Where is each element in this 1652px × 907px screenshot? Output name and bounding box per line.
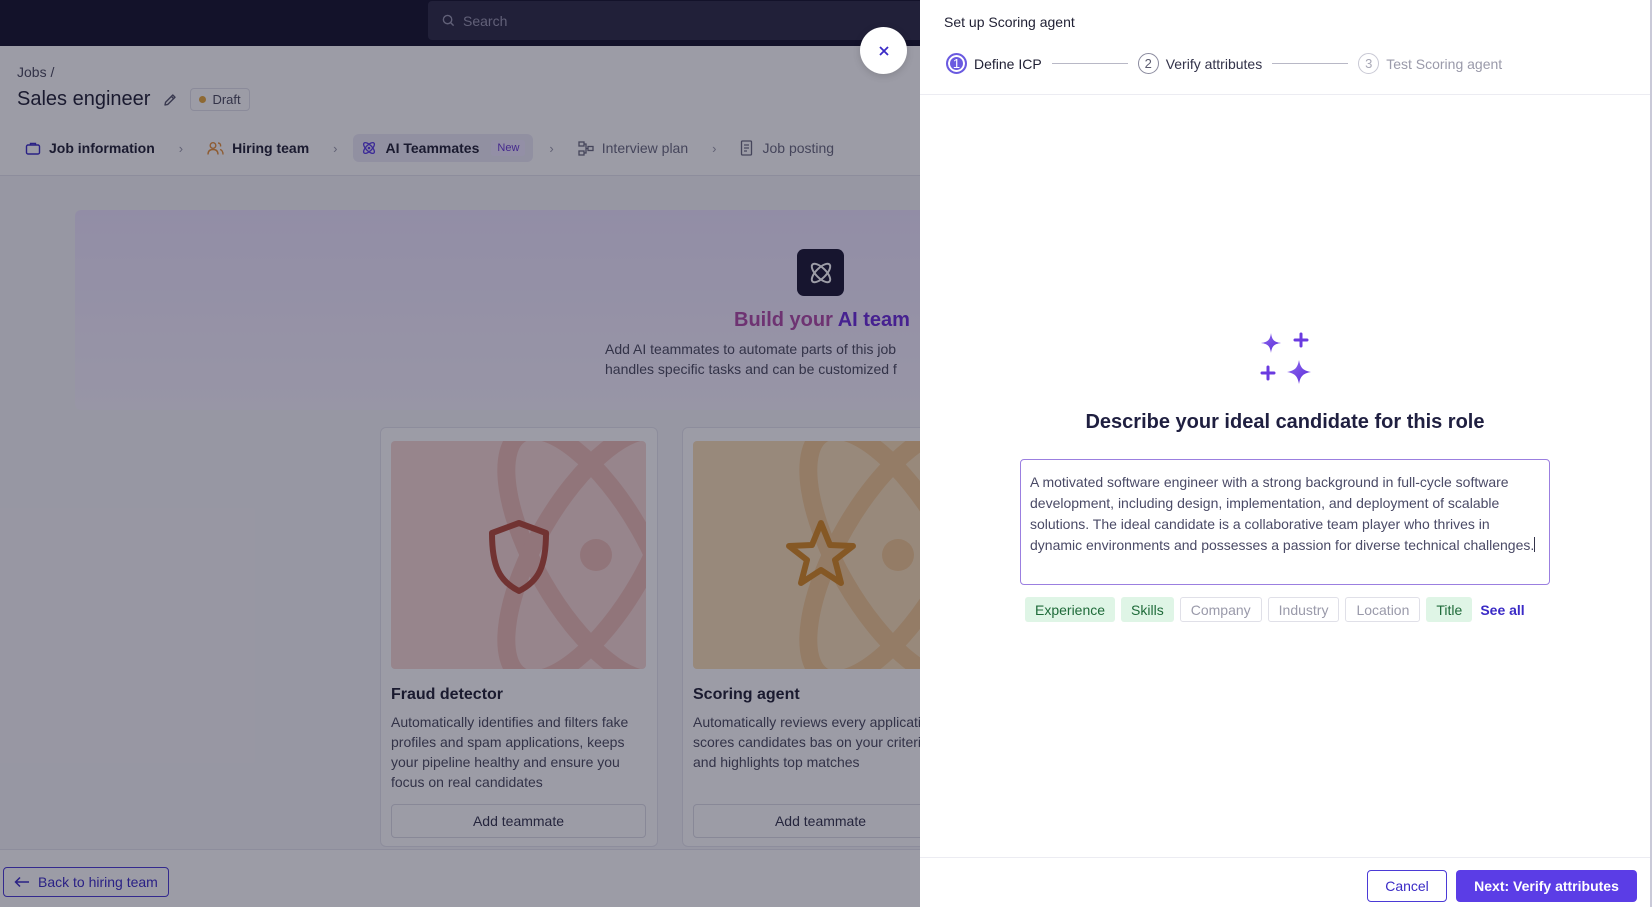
wizard-step-verify-attributes[interactable]: 2 Verify attributes bbox=[1137, 53, 1263, 74]
step-number: 2 bbox=[1137, 53, 1159, 74]
cancel-button[interactable]: Cancel bbox=[1367, 870, 1447, 902]
see-all-link[interactable]: See all bbox=[1480, 602, 1524, 618]
scoring-agent-drawer: Set up Scoring agent 1 Define ICP 2 Veri… bbox=[920, 0, 1652, 907]
wizard-step-test-scoring-agent[interactable]: 3 Test Scoring agent bbox=[1358, 53, 1502, 74]
tag-title[interactable]: Title bbox=[1426, 597, 1473, 622]
attribute-tags: Experience Skills Company Industry Locat… bbox=[1025, 597, 1525, 622]
step-connector bbox=[1272, 63, 1349, 64]
close-icon bbox=[878, 45, 889, 56]
tag-company[interactable]: Company bbox=[1179, 597, 1262, 622]
icp-text: A motivated software engineer with a str… bbox=[1030, 474, 1535, 553]
wizard-step-define-icp[interactable]: 1 Define ICP bbox=[946, 53, 1042, 74]
text-caret bbox=[1534, 537, 1536, 552]
next-verify-attributes-button[interactable]: Next: Verify attributes bbox=[1456, 870, 1637, 902]
step-number: 3 bbox=[1358, 53, 1380, 74]
sparkles-icon bbox=[1257, 330, 1315, 393]
tag-location[interactable]: Location bbox=[1345, 597, 1421, 622]
step-label: Test Scoring agent bbox=[1386, 55, 1503, 72]
step-label: Define ICP bbox=[974, 55, 1042, 72]
drawer-title: Set up Scoring agent bbox=[944, 14, 1075, 30]
tag-skills[interactable]: Skills bbox=[1121, 597, 1174, 622]
tag-industry[interactable]: Industry bbox=[1267, 597, 1340, 622]
close-drawer-button[interactable] bbox=[860, 27, 907, 74]
icp-heading: Describe your ideal candidate for this r… bbox=[1085, 411, 1485, 433]
step-connector bbox=[1051, 63, 1128, 64]
tag-experience[interactable]: Experience bbox=[1025, 597, 1116, 622]
step-number: 1 bbox=[946, 53, 967, 74]
wizard-stepper: 1 Define ICP 2 Verify attributes 3 Test … bbox=[946, 53, 1502, 74]
step-label: Verify attributes bbox=[1165, 55, 1263, 72]
drawer-divider bbox=[920, 94, 1650, 95]
drawer-footer-divider bbox=[920, 857, 1650, 858]
icp-description-textarea[interactable]: A motivated software engineer with a str… bbox=[1020, 459, 1550, 585]
